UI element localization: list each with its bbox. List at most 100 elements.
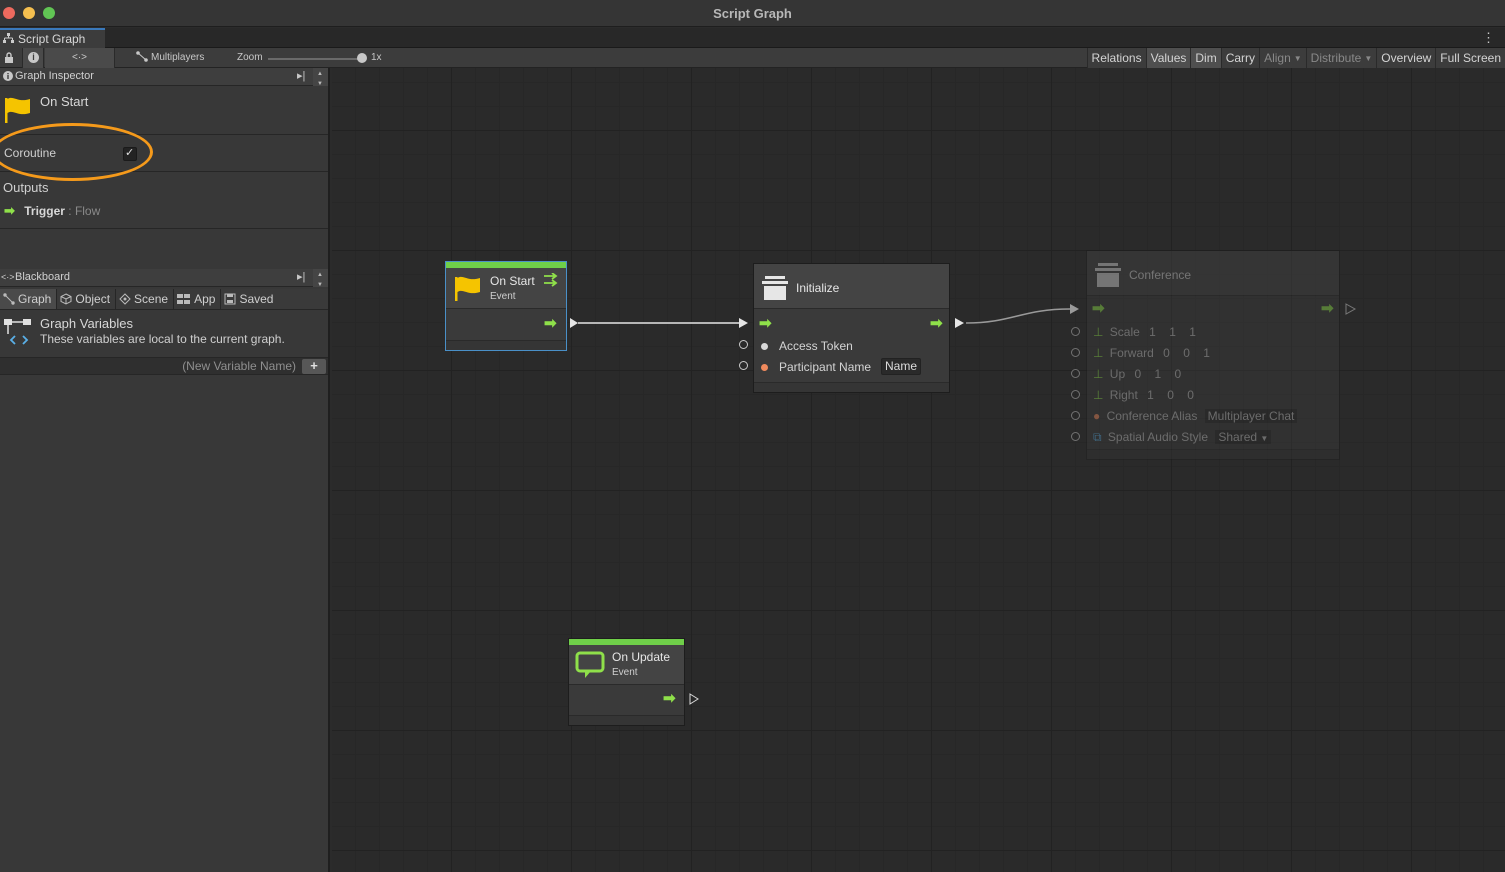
pin-panel-icon[interactable]: ▸|: [297, 68, 305, 85]
node-title: On Update: [612, 650, 671, 664]
multiplayers-label: Multiplayers: [151, 52, 205, 63]
tab-label: Script Graph: [18, 32, 86, 46]
trigger-output-port[interactable]: ➡: [663, 691, 676, 706]
output-port-arrow[interactable]: [1345, 303, 1357, 315]
right-input-port[interactable]: [1071, 390, 1080, 399]
add-variable-button[interactable]: +: [302, 359, 326, 374]
tab-app[interactable]: App: [174, 289, 222, 309]
graph-variables-icon: [4, 319, 31, 345]
zoom-slider[interactable]: [268, 58, 362, 60]
node-footer: [1087, 449, 1339, 459]
conference-node[interactable]: Conference ➡ ➡ ⊥ Scale 1 1 1 ⊥ Forward 0…: [1086, 250, 1340, 460]
flow-output-port[interactable]: ➡: [1321, 301, 1334, 316]
zoom-label: Zoom: [237, 52, 263, 63]
tab-scene[interactable]: Scene: [116, 289, 175, 309]
spatial-audio-input-port[interactable]: [1071, 432, 1080, 441]
forward-x[interactable]: 0: [1163, 346, 1170, 360]
window-title: Script Graph: [713, 6, 792, 21]
graph-node-icon: [136, 51, 148, 62]
overview-button[interactable]: Overview: [1376, 48, 1436, 68]
up-input-port[interactable]: [1071, 369, 1080, 378]
node-footer: [754, 382, 949, 392]
right-row: ⊥ Right 1 0 0: [1093, 388, 1194, 402]
carry-button[interactable]: Carry: [1220, 48, 1260, 68]
conference-alias-input-port[interactable]: [1071, 411, 1080, 420]
pin-panel-icon[interactable]: ▸|: [297, 269, 305, 286]
graph-canvas[interactable]: On Start Event ➡ Initialize ➡ ➡ Access T…: [332, 68, 1505, 872]
spatial-audio-dropdown[interactable]: Shared ▼: [1215, 430, 1272, 444]
unit-icon: [1095, 263, 1121, 287]
relations-button[interactable]: Relations: [1086, 48, 1146, 68]
flow-input-port[interactable]: ➡: [759, 316, 772, 331]
inspector-node-title: On Start: [40, 94, 89, 109]
participant-name-label: Participant Name: [779, 360, 872, 374]
trigger-output-port[interactable]: ➡: [544, 316, 557, 331]
participant-name-input-port[interactable]: [739, 361, 748, 370]
flow-arrow-icon: ➡: [4, 203, 15, 218]
up-z[interactable]: 0: [1175, 367, 1182, 381]
initialize-node[interactable]: Initialize ➡ ➡ Access Token Participant …: [753, 263, 950, 393]
title-bar: Script Graph: [0, 0, 1505, 27]
scale-input-port[interactable]: [1071, 327, 1080, 336]
flow-input-port[interactable]: ➡: [1092, 301, 1105, 316]
right-x[interactable]: 1: [1147, 388, 1154, 402]
conference-alias-row: ● Conference Alias Multiplayer Chat: [1093, 409, 1298, 423]
vector-icon: ⊥: [1093, 367, 1104, 381]
scale-y[interactable]: 1: [1169, 325, 1176, 339]
graph-variables-description: These variables are local to the current…: [40, 332, 285, 346]
coroutine-label: Coroutine: [4, 146, 57, 160]
tab-graph[interactable]: Graph: [0, 289, 58, 309]
participant-name-field[interactable]: Name: [881, 358, 922, 375]
node-header: On Update Event: [569, 645, 684, 685]
flow-output-port[interactable]: ➡: [930, 316, 943, 331]
blackboard-header: <·> Blackboard ▸|: [0, 267, 328, 294]
app-icon: [177, 294, 191, 304]
scale-x[interactable]: 1: [1149, 325, 1156, 339]
access-token-port-dot[interactable]: [761, 343, 768, 350]
dim-button[interactable]: Dim: [1190, 48, 1221, 68]
scale-z[interactable]: 1: [1189, 325, 1196, 339]
conference-alias-label: Conference Alias: [1106, 409, 1198, 423]
coroutine-checkbox[interactable]: ✓: [123, 147, 137, 161]
node-subtitle: Event: [612, 667, 638, 678]
on-update-node[interactable]: On Update Event ➡: [568, 638, 685, 726]
save-icon: [224, 293, 236, 305]
forward-input-port[interactable]: [1071, 348, 1080, 357]
outputs-heading: Outputs: [3, 180, 49, 195]
conference-alias-field[interactable]: Multiplayer Chat: [1204, 409, 1298, 423]
connection-arrow-head: [1070, 304, 1079, 314]
distribute-label: Distribute: [1310, 51, 1362, 65]
access-token-input-port[interactable]: [739, 340, 748, 349]
values-button[interactable]: Values: [1145, 48, 1191, 68]
distribute-dropdown[interactable]: Distribute ▼: [1305, 48, 1377, 68]
more-options-icon[interactable]: ⋮: [1482, 30, 1495, 46]
participant-name-port-dot[interactable]: [761, 364, 768, 371]
zoom-slider-handle[interactable]: [357, 53, 367, 63]
editor-tab-row: Script Graph ⋮: [0, 28, 1505, 48]
forward-y[interactable]: 0: [1183, 346, 1190, 360]
info-toggle-button[interactable]: i: [22, 48, 44, 68]
tab-graph-label: Graph: [18, 292, 52, 306]
panel-scrollbar[interactable]: [313, 267, 328, 294]
variables-icon: <·>: [1, 272, 15, 282]
up-y[interactable]: 1: [1155, 367, 1162, 381]
variables-toggle-button[interactable]: <·>: [45, 48, 115, 68]
graph-variables-title: Graph Variables: [40, 316, 133, 331]
full-screen-button[interactable]: Full Screen: [1435, 48, 1505, 68]
new-variable-name-input[interactable]: (New Variable Name): [0, 358, 300, 375]
right-y[interactable]: 0: [1167, 388, 1174, 402]
tab-script-graph[interactable]: Script Graph: [0, 28, 105, 48]
scale-label: Scale: [1109, 325, 1140, 339]
tab-saved[interactable]: Saved: [221, 289, 278, 309]
enum-icon: ⧉: [1093, 430, 1102, 444]
multiplayers-breadcrumb[interactable]: Multiplayers: [136, 51, 204, 63]
on-start-node[interactable]: On Start Event ➡: [445, 261, 567, 351]
cube-icon: [60, 293, 72, 305]
up-x[interactable]: 0: [1134, 367, 1141, 381]
lock-icon[interactable]: [4, 52, 14, 63]
panel-scrollbar[interactable]: [313, 66, 328, 93]
align-dropdown[interactable]: Align ▼: [1259, 48, 1306, 68]
right-z[interactable]: 0: [1187, 388, 1194, 402]
forward-z[interactable]: 1: [1203, 346, 1210, 360]
tab-object[interactable]: Object: [57, 289, 117, 309]
